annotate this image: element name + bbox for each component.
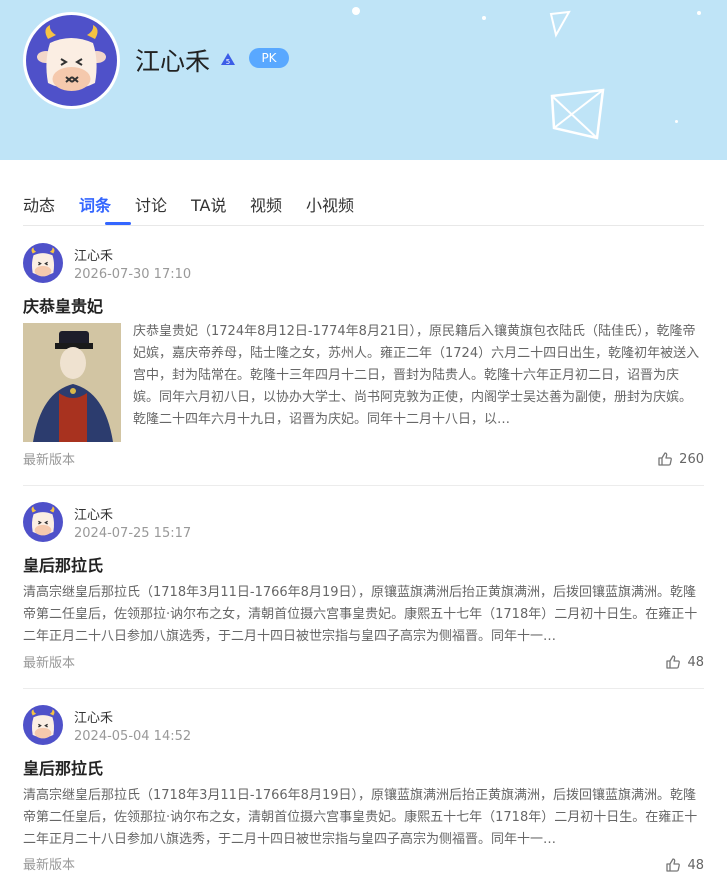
- portrait-image: [23, 323, 121, 442]
- like-button[interactable]: 260: [657, 451, 704, 467]
- post-date: 2024-07-25 15:17: [74, 526, 192, 541]
- tab-ta-says[interactable]: TA说: [191, 192, 226, 216]
- entry-card: 江心禾 2026-07-30 17:10 庆恭皇贵妃 庆恭皇贵妃（1724年8月…: [23, 243, 704, 473]
- entry-card: 江心禾 2024-05-04 14:52 皇后那拉氏 清高宗继皇后那拉氏（171…: [23, 705, 704, 885]
- author-avatar[interactable]: [23, 502, 63, 542]
- author-name[interactable]: 江心禾: [74, 707, 113, 726]
- entry-title[interactable]: 皇后那拉氏: [23, 755, 103, 779]
- tab-discussion[interactable]: 讨论: [135, 192, 167, 216]
- version-label: 最新版本: [23, 858, 76, 873]
- author-name[interactable]: 江心禾: [74, 504, 113, 523]
- entry-summary: 庆恭皇贵妃（1724年8月12日-1774年8月21日），原民籍后入镶黄旗包衣陆…: [133, 324, 700, 427]
- svg-text:5: 5: [226, 58, 230, 66]
- pk-button[interactable]: PK: [249, 48, 289, 68]
- entry-summary: 清高宗继皇后那拉氏（1718年3月11日-1766年8月19日），原镶蓝旗满洲后…: [23, 788, 698, 847]
- profile-banner: 江心禾 5 PK: [0, 0, 727, 160]
- entry-title[interactable]: 皇后那拉氏: [23, 552, 103, 576]
- author-avatar[interactable]: [23, 705, 63, 745]
- author-name[interactable]: 江心禾: [74, 245, 113, 264]
- cow-avatar-icon: [31, 506, 55, 536]
- version-label: 最新版本: [23, 656, 76, 671]
- thumbs-up-icon: [666, 858, 681, 872]
- level-badge-icon: 5: [221, 53, 235, 66]
- author-avatar[interactable]: [23, 243, 63, 283]
- entry-summary: 清高宗继皇后那拉氏（1718年3月11日-1766年8月19日），原镶蓝旗满洲后…: [23, 585, 698, 644]
- cow-avatar-icon: [31, 709, 55, 739]
- active-tab-indicator: [105, 222, 131, 225]
- like-count: 260: [679, 451, 704, 467]
- thumbs-up-icon: [666, 655, 681, 669]
- like-count: 48: [687, 654, 704, 670]
- like-button[interactable]: 48: [665, 654, 704, 670]
- version-label: 最新版本: [23, 453, 76, 468]
- thumbs-up-icon: [658, 452, 673, 466]
- cow-avatar-icon: [31, 247, 55, 277]
- entry-title[interactable]: 庆恭皇贵妃: [23, 293, 103, 317]
- profile-tabs: 动态 词条 讨论 TA说 视频 小视频: [23, 186, 704, 226]
- divider: [23, 688, 704, 689]
- tab-short-video[interactable]: 小视频: [306, 192, 354, 216]
- like-button[interactable]: 48: [665, 857, 704, 873]
- paper-plane-large-icon: [550, 88, 605, 140]
- entry-thumbnail[interactable]: [23, 323, 121, 442]
- cow-avatar-icon: [37, 25, 106, 91]
- tab-video[interactable]: 视频: [250, 192, 282, 216]
- paper-plane-small-icon: [549, 10, 571, 38]
- profile-avatar[interactable]: [23, 12, 120, 109]
- divider: [23, 485, 704, 486]
- like-count: 48: [687, 857, 704, 873]
- tab-entries[interactable]: 词条: [79, 192, 111, 216]
- post-date: 2026-07-30 17:10: [74, 267, 192, 282]
- profile-name: 江心禾: [135, 47, 211, 76]
- entry-card: 江心禾 2024-07-25 15:17 皇后那拉氏 清高宗继皇后那拉氏（171…: [23, 502, 704, 677]
- post-date: 2024-05-04 14:52: [74, 729, 192, 744]
- tab-dynamics[interactable]: 动态: [23, 192, 55, 216]
